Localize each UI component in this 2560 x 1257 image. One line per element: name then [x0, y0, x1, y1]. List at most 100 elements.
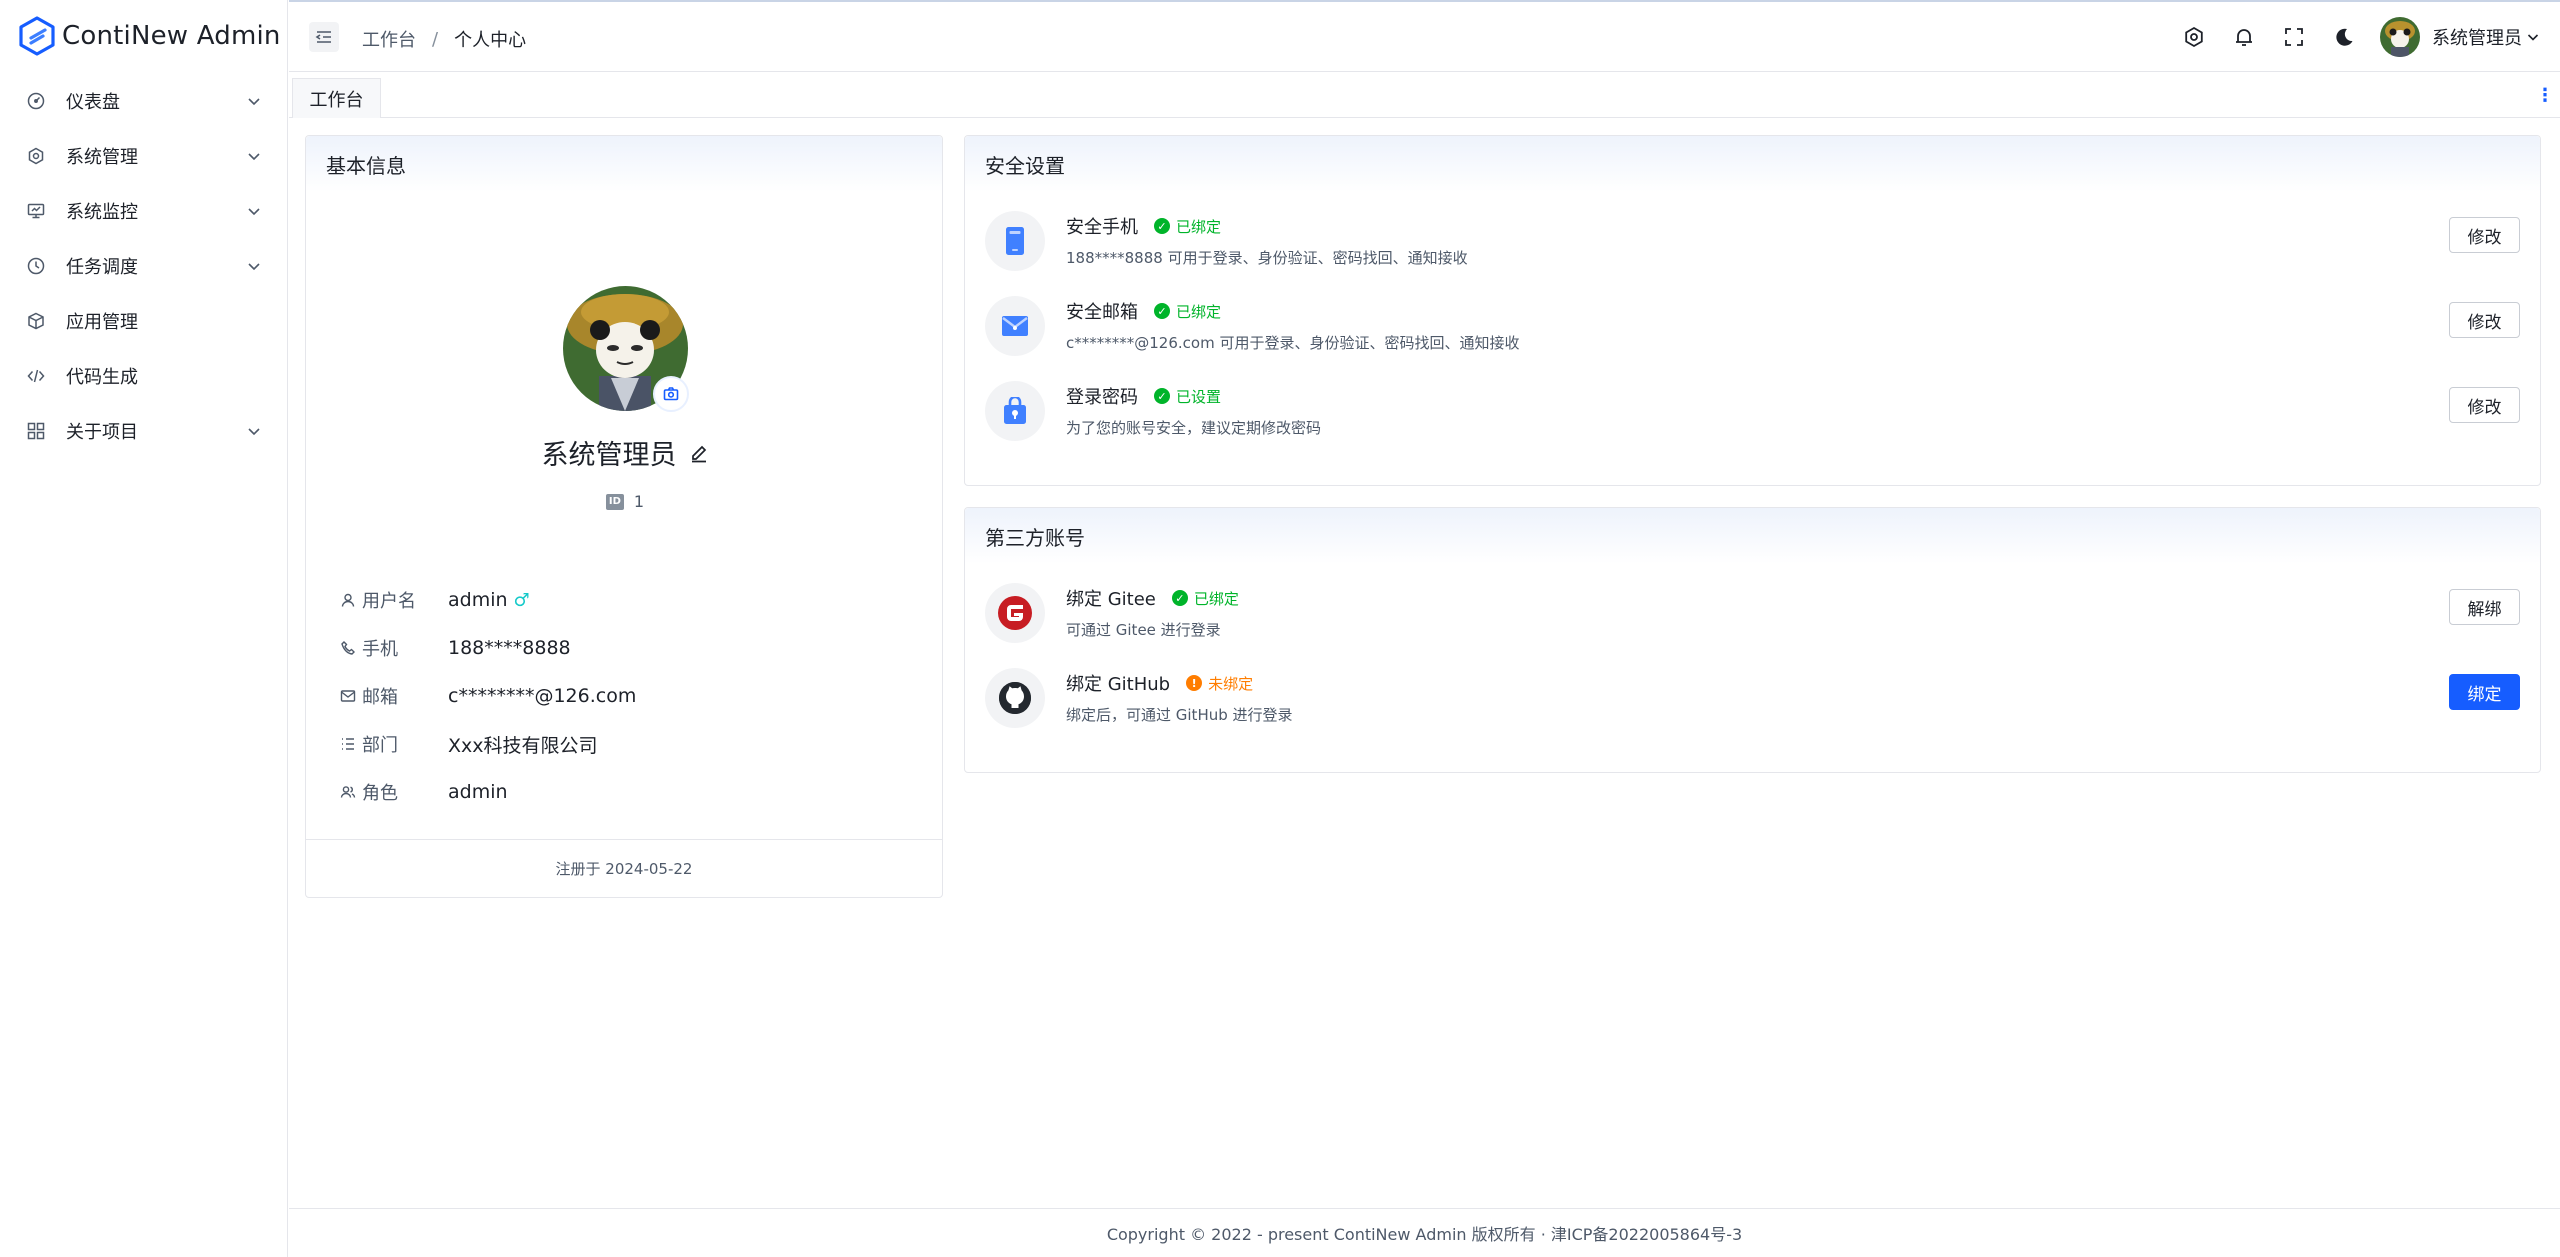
- user-group-icon: [340, 786, 356, 798]
- status-badge: ✓ 已绑定: [1171, 588, 1239, 609]
- status-badge: ✓ 已绑定: [1154, 216, 1221, 237]
- phone-icon: [341, 641, 355, 655]
- chevron-down-icon: [248, 152, 260, 160]
- app-title: ContiNew Admin: [62, 21, 281, 51]
- tab-bar: 工作台 ⋮: [289, 72, 2560, 118]
- bind-github-button[interactable]: 绑定: [2449, 674, 2520, 710]
- security-item-email: 安全邮箱 ✓ 已绑定 c********@126.com 可用于登录、身份验证、密…: [985, 294, 2520, 358]
- chevron-down-icon: [248, 207, 260, 215]
- tab-more-icon[interactable]: ⋮: [2536, 86, 2554, 106]
- sidebar-item-dashboard[interactable]: 仪表盘: [0, 73, 288, 128]
- status-text: 已设置: [1176, 387, 1222, 406]
- security-item-label: 安全邮箱: [1066, 302, 1138, 323]
- third-item-github: 绑定 GitHub ! 未绑定 绑定后，可通过 GitHub 进行登录 绑定: [985, 666, 2520, 730]
- sidebar-item-label: 系统管理: [66, 146, 138, 168]
- settings-icon[interactable]: [2182, 25, 2206, 49]
- chevron-down-icon: [248, 427, 260, 435]
- modify-password-button[interactable]: 修改: [2449, 387, 2520, 423]
- cube-icon: [26, 311, 46, 331]
- logo-icon: [19, 16, 55, 56]
- sidebar-item-schedule[interactable]: 任务调度: [0, 238, 288, 293]
- status-text: 已绑定: [1176, 302, 1222, 321]
- status-text: 已绑定: [1176, 217, 1222, 236]
- change-avatar-button[interactable]: [653, 376, 689, 412]
- security-item-title: 安全手机 ✓ 已绑定: [1066, 213, 1221, 239]
- sidebar-item-codegen[interactable]: 代码生成: [0, 348, 288, 403]
- third-party-title: 第三方账号: [965, 508, 2540, 564]
- basic-info-card: 基本信息 系统管理员 ID 1 用户名 admin ♂ 手机 188****88…: [305, 135, 943, 898]
- info-value: Xxx科技有限公司: [448, 734, 598, 757]
- security-title: 安全设置: [965, 136, 2540, 192]
- phone-icon: [985, 211, 1045, 271]
- lock-bag-icon: [985, 381, 1045, 441]
- security-item-label: 安全手机: [1066, 217, 1138, 238]
- camera-icon: [663, 387, 679, 401]
- third-item-title: 绑定 Gitee ✓ 已绑定: [1066, 585, 1239, 611]
- header-actions: 系统管理员: [2182, 2, 2560, 72]
- user-info-list: 用户名 admin ♂ 手机 188****8888 邮箱 c********@…: [340, 576, 636, 816]
- third-item-desc: 可通过 Gitee 进行登录: [1066, 621, 1221, 639]
- check-circle-icon: ✓: [1154, 388, 1170, 404]
- footer: Copyright © 2022 - present ContiNew Admi…: [289, 1208, 2560, 1257]
- username-value: admin: [448, 589, 508, 611]
- third-item-label: 绑定 GitHub: [1066, 674, 1171, 695]
- info-value: admin ♂: [448, 589, 530, 611]
- clock-icon: [26, 256, 46, 276]
- info-label: 手机: [362, 639, 398, 660]
- modify-phone-button[interactable]: 修改: [2449, 217, 2520, 253]
- info-value: admin: [448, 781, 508, 803]
- status-badge: ✓ 已设置: [1154, 386, 1221, 407]
- envelope-icon: [985, 296, 1045, 356]
- info-row-username: 用户名 admin ♂: [340, 576, 636, 624]
- header-username: 系统管理员: [2432, 28, 2522, 49]
- sidebar-item-system[interactable]: 系统管理: [0, 128, 288, 183]
- logo[interactable]: ContiNew Admin: [18, 16, 281, 56]
- third-item-label: 绑定 Gitee: [1066, 589, 1156, 610]
- sidebar-item-about[interactable]: 关于项目: [0, 403, 288, 458]
- sidebar-item-label: 仪表盘: [66, 91, 120, 113]
- user-id-value: 1: [633, 492, 645, 511]
- basic-info-title: 基本信息: [306, 136, 942, 192]
- chevron-down-icon: [248, 262, 260, 270]
- user-icon: [341, 593, 355, 607]
- status-badge: ! 未绑定: [1186, 673, 1253, 694]
- edit-icon[interactable]: [689, 443, 709, 463]
- status-text: 已绑定: [1193, 589, 1239, 608]
- third-party-card: 第三方账号 绑定 Gitee ✓ 已绑定 可通过 Gitee 进行登录 解绑 绑定…: [964, 507, 2541, 773]
- info-row-phone: 手机 188****8888: [340, 624, 636, 672]
- modify-email-button[interactable]: 修改: [2449, 302, 2520, 338]
- gear-icon: [26, 146, 46, 166]
- status-badge: ✓ 已绑定: [1154, 301, 1221, 322]
- security-item-desc: c********@126.com 可用于登录、身份验证、密码找回、通知接收: [1066, 334, 1520, 352]
- tab-workbench[interactable]: 工作台: [292, 78, 381, 118]
- breadcrumb-item-workbench[interactable]: 工作台: [362, 26, 416, 52]
- user-id: ID 1: [306, 492, 944, 511]
- check-circle-icon: ✓: [1171, 590, 1188, 606]
- info-label: 角色: [362, 783, 398, 804]
- security-item-label: 登录密码: [1066, 387, 1138, 408]
- security-settings-card: 安全设置 安全手机 ✓ 已绑定 188****8888 可用于登录、身份验证、密码…: [964, 135, 2541, 486]
- collapse-sidebar-button[interactable]: [309, 22, 339, 52]
- sidebar-item-label: 应用管理: [66, 311, 138, 333]
- sidebar-item-label: 任务调度: [66, 256, 138, 278]
- avatar: [2380, 17, 2420, 57]
- code-icon: [26, 366, 46, 386]
- top-header: 工作台 / 个人中心 系统管理员: [289, 0, 2560, 72]
- sidebar-menu: 仪表盘 系统管理 系统监控 任务调度 应用管理 代码生成 关于项目: [0, 73, 288, 458]
- sidebar-item-monitor[interactable]: 系统监控: [0, 183, 288, 238]
- sidebar-item-apps[interactable]: 应用管理: [0, 293, 288, 348]
- bell-icon[interactable]: [2232, 25, 2256, 49]
- fullscreen-icon[interactable]: [2282, 25, 2306, 49]
- security-item-desc: 188****8888 可用于登录、身份验证、密码找回、通知接收: [1066, 249, 1468, 267]
- moon-icon[interactable]: [2332, 25, 2356, 49]
- dashboard-icon: [26, 91, 46, 111]
- unbind-gitee-button[interactable]: 解绑: [2449, 589, 2520, 625]
- user-menu[interactable]: 系统管理员: [2380, 17, 2540, 57]
- info-row-email: 邮箱 c********@126.com: [340, 672, 636, 720]
- male-icon: ♂: [513, 589, 530, 611]
- menu-fold-icon: [315, 31, 331, 43]
- security-item-title: 登录密码 ✓ 已设置: [1066, 383, 1221, 409]
- sidebar-item-label: 系统监控: [66, 201, 138, 223]
- footer-copyright: Copyright © 2022 - present ContiNew Admi…: [1106, 1225, 1743, 1244]
- sidebar-item-label: 代码生成: [66, 366, 138, 388]
